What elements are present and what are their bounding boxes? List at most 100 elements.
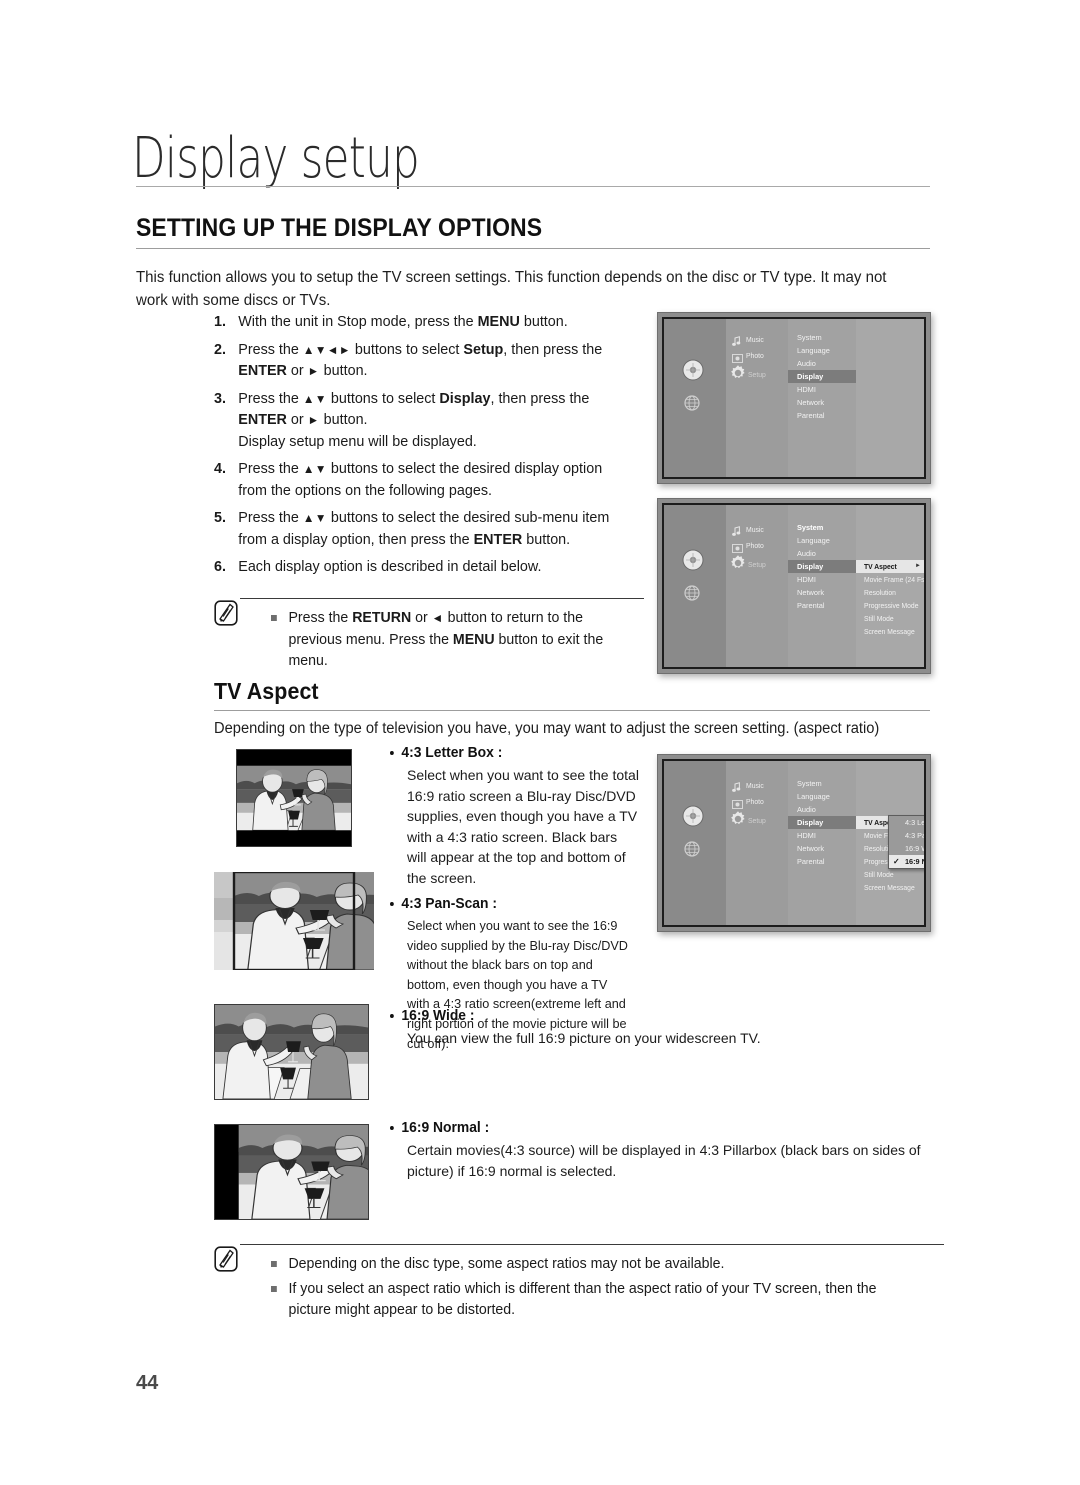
osd-menu-parental[interactable]: Parental [788, 855, 856, 868]
aspect-option-normal: • 16:9 Normal :16:9 Normal : Certain mov… [390, 1120, 950, 1181]
osd-row-tv-aspect[interactable]: ◄ TV Aspect : 16:9 Normal ► [856, 560, 924, 573]
osd-menu-language[interactable]: Language [788, 534, 856, 547]
osd-nav-music[interactable]: Music [746, 781, 764, 790]
gear-icon [729, 364, 747, 387]
osd-row-screen-message[interactable]: Screen Message : On [856, 625, 924, 638]
disc-icon [682, 549, 704, 576]
globe-icon [684, 841, 700, 862]
section-heading: SETTING UP THE DISPLAY OPTIONS [136, 214, 543, 242]
osd-nav-music[interactable]: Music [746, 525, 764, 534]
chapter-title: Display setup [132, 126, 420, 191]
caret-right-icon: ► [915, 563, 921, 569]
osd-menu-hdmi[interactable]: HDMI [788, 573, 856, 586]
osd-menu-language[interactable]: Language [788, 344, 856, 357]
panscan-illustration [214, 872, 374, 970]
osd-row-still-mode[interactable]: Still Mode : Auto [856, 868, 924, 881]
osd-menu-language[interactable]: Language [788, 790, 856, 803]
osd-row-still-mode[interactable]: Still Mode : Auto [856, 612, 924, 625]
osd-nav-setup[interactable]: Setup [748, 560, 766, 569]
section-intro-paragraph: This function allows you to setup the TV… [136, 269, 887, 309]
subsection-rule [214, 710, 930, 711]
step-text: Each display option is described in deta… [238, 559, 542, 575]
step-number: 6. [214, 559, 226, 575]
osd-nav-photo[interactable]: Photo [746, 541, 764, 550]
osd-menu-network[interactable]: Network [788, 842, 856, 855]
osd-nav-music[interactable]: Music [746, 335, 764, 344]
step-text: Press the ▲▼ buttons to select Display, … [238, 390, 590, 450]
osd-nav-setup[interactable]: Setup [748, 816, 766, 825]
osd-menu-audio[interactable]: Audio [788, 547, 856, 560]
osd-screen-setup-menu: Music Photo Setup System Language Audio … [657, 312, 931, 484]
osd-nav-photo[interactable]: Photo [746, 351, 764, 360]
aspect-option-label: • 16:9 Wide :16:9 Wide : [390, 1008, 922, 1024]
page-number: 44 [136, 1372, 159, 1394]
note-line-text: If you select an aspect ratio which is d… [288, 1280, 877, 1319]
osd-row-progressive-mode[interactable]: Progressive Mode : Auto [856, 599, 924, 612]
osd-menu-system[interactable]: System [788, 331, 856, 344]
osd-detail-panel: ◄ TV Aspect : Movie Frame (24 Fs) : Reso… [856, 761, 924, 925]
dropdown-option-letterbox[interactable]: 4:3 Letter Box [889, 816, 924, 829]
osd-menu-network[interactable]: Network [788, 586, 856, 599]
osd-menu-system[interactable]: System [788, 521, 856, 534]
globe-icon [684, 585, 700, 606]
osd-menu-parental[interactable]: Parental [788, 409, 856, 422]
osd-icon-column [664, 319, 726, 477]
osd-menu-display[interactable]: Display [788, 370, 856, 383]
note-rule [240, 598, 644, 599]
osd-row-resolution[interactable]: Resolution : 1080p [856, 586, 924, 599]
osd-nav-setup[interactable]: Setup [748, 370, 766, 379]
aspect-option-label: • 4:3 Pan-Scan :4:3 Pan-Scan : [390, 896, 629, 912]
step-number: 5. [214, 510, 226, 526]
osd-nav-column: Music Photo Setup [726, 761, 788, 925]
dropdown-option-normal[interactable]: ✓ 16:9 Normal [889, 855, 924, 868]
osd-row-movie-frame[interactable]: Movie Frame (24 Fs) : Off [856, 573, 924, 586]
aspect-option-desc: You can view the full 16:9 picture on yo… [407, 1030, 761, 1046]
osd-nav-column: Music Photo Setup [726, 319, 788, 477]
dropdown-option-wide[interactable]: 16:9 Wide [889, 842, 924, 855]
step-item: 4. Press the ▲▼ buttons to select the de… [214, 459, 631, 502]
dropdown-option-panscan[interactable]: 4:3 Pan-Scan [889, 829, 924, 842]
osd-menu-network[interactable]: Network [788, 396, 856, 409]
note-line: Press the RETURN or ◄ button to return t… [271, 608, 640, 673]
osd-row-key: Movie Frame (24 Fs) [864, 575, 926, 584]
step-number: 1. [214, 314, 226, 330]
aspect-option-desc: Select when you want to see the total 16… [407, 767, 639, 886]
osd-submenu-column: System Language Audio Display HDMI Netwo… [788, 761, 856, 925]
aspect-option-desc: Certain movies(4:3 source) will be displ… [407, 1142, 921, 1179]
music-note-icon [732, 523, 741, 541]
step-item: 6. Each display option is described in d… [214, 557, 631, 579]
note-line: Depending on the disc type, some aspect … [271, 1254, 923, 1276]
osd-menu-system[interactable]: System [788, 777, 856, 790]
osd-nav-photo[interactable]: Photo [746, 797, 764, 806]
osd-menu-display[interactable]: Display [788, 816, 856, 829]
osd-menu-audio[interactable]: Audio [788, 803, 856, 816]
disc-icon [682, 359, 704, 386]
step-number: 2. [214, 341, 226, 358]
osd-row-screen-message[interactable]: Screen Message : On [856, 881, 924, 894]
osd-row-key: Still Mode [864, 870, 894, 879]
step-item: 1. With the unit in Stop mode, press the… [214, 312, 631, 334]
step-text: Press the ▲▼ buttons to select the desir… [238, 510, 610, 548]
step-item: 3. Press the ▲▼ buttons to select Displa… [214, 389, 631, 454]
osd-row-key: Still Mode [864, 614, 894, 623]
tv-aspect-dropdown[interactable]: 4:3 Letter Box 4:3 Pan-Scan 16:9 Wide ✓ … [888, 815, 924, 869]
instruction-steps: 1. With the unit in Stop mode, press the… [214, 312, 644, 585]
aspect-option-letterbox: • 4:3 Letter Box :4:3 Letter Box : Selec… [390, 745, 640, 888]
osd-menu-hdmi[interactable]: HDMI [788, 383, 856, 396]
gear-icon [729, 554, 747, 577]
manual-page: Display setup SETTING UP THE DISPLAY OPT… [0, 0, 1080, 1485]
osd-menu-audio[interactable]: Audio [788, 357, 856, 370]
step-item: 5. Press the ▲▼ buttons to select the de… [214, 508, 631, 551]
osd-menu-hdmi[interactable]: HDMI [788, 829, 856, 842]
bullet-dot-icon [390, 751, 394, 755]
wide-illustration [214, 1004, 369, 1100]
note-rule [240, 1244, 944, 1245]
globe-icon [684, 395, 700, 416]
chapter-title-rule [136, 186, 930, 187]
bullet-dot-icon [390, 1126, 394, 1130]
dropdown-option-label: 16:9 Normal [905, 857, 924, 866]
osd-menu-display[interactable]: Display [788, 560, 856, 573]
osd-icon-column [664, 761, 726, 925]
osd-menu-parental[interactable]: Parental [788, 599, 856, 612]
note-line-text: Depending on the disc type, some aspect … [288, 1256, 725, 1272]
